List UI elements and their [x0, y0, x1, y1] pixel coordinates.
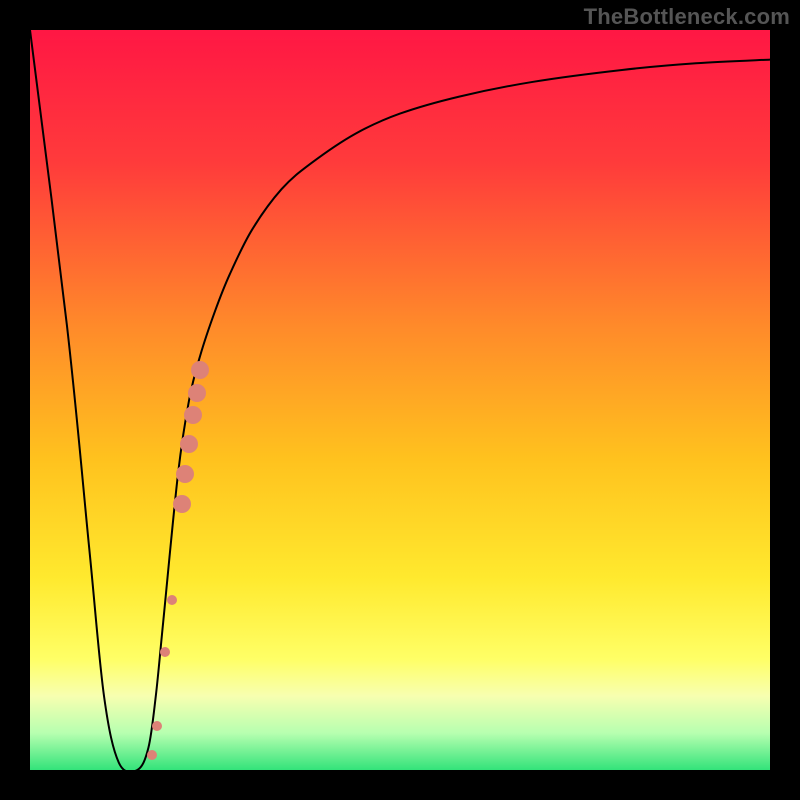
- plot-area: [30, 30, 770, 770]
- watermark-text: TheBottleneck.com: [584, 4, 790, 30]
- data-marker: [173, 495, 191, 513]
- data-marker: [147, 750, 157, 760]
- marker-layer: [30, 30, 770, 770]
- data-marker: [167, 595, 177, 605]
- data-marker: [191, 361, 209, 379]
- data-marker: [152, 721, 162, 731]
- data-marker: [180, 435, 198, 453]
- data-marker: [160, 647, 170, 657]
- data-marker: [176, 465, 194, 483]
- chart-frame: TheBottleneck.com: [0, 0, 800, 800]
- data-marker: [184, 406, 202, 424]
- data-marker: [188, 384, 206, 402]
